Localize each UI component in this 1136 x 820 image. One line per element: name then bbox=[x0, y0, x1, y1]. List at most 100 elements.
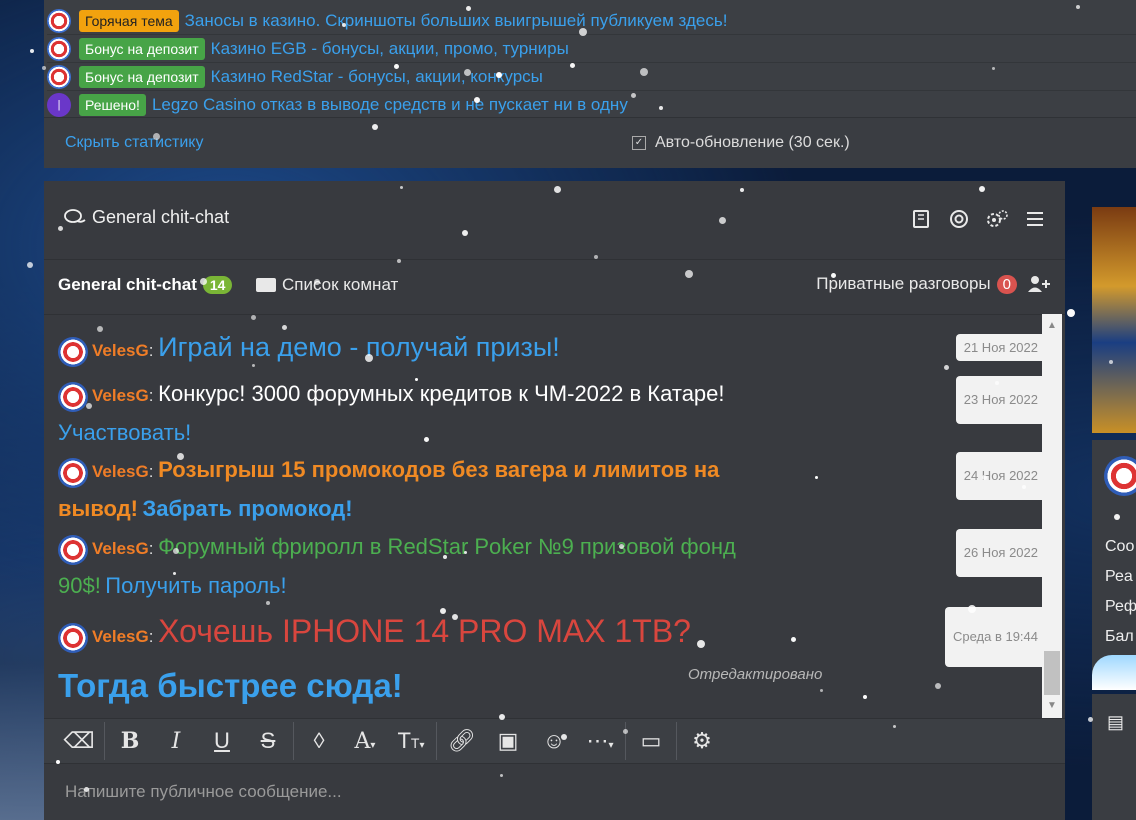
room-list-button[interactable]: Список комнат bbox=[256, 275, 398, 295]
emoji-icon[interactable]: ☺ bbox=[531, 728, 577, 754]
chat-message: VelesG: Розыгрыш 15 промокодов без вагер… bbox=[58, 452, 1042, 530]
user-avatar[interactable] bbox=[58, 457, 88, 488]
toolbar-divider bbox=[104, 722, 105, 760]
message-link[interactable]: Получить пароль! bbox=[105, 573, 286, 598]
username[interactable]: VelesG bbox=[92, 341, 149, 360]
user-plus-icon[interactable] bbox=[1027, 274, 1051, 294]
right-sidebar-card-2: ▤ bbox=[1092, 694, 1136, 820]
sidebar-item[interactable]: Бал bbox=[1105, 628, 1134, 646]
chat-message: VelesG: Играй на демо - получай призы! 2… bbox=[58, 332, 1042, 367]
color-drop-icon[interactable]: ◊ bbox=[296, 728, 342, 754]
thread-title-link[interactable]: Заносы в казино. Скриншоты больших выигр… bbox=[185, 11, 728, 31]
thread-title-link[interactable]: Казино EGB - бонусы, акции, промо, турни… bbox=[211, 39, 569, 59]
spoiler-money-icon[interactable]: ▭ bbox=[628, 728, 674, 754]
checkbox-icon[interactable]: ✓ bbox=[632, 136, 646, 150]
message-link[interactable]: Тогда быстрее сюда! bbox=[58, 667, 403, 704]
italic-icon[interactable]: I bbox=[153, 729, 199, 754]
chat-message: VelesG: Конкурс! 3000 форумных кредитов … bbox=[58, 376, 1042, 454]
strikethrough-icon[interactable]: S bbox=[245, 728, 291, 754]
message-scrollbar[interactable]: ▲ ▼ bbox=[1042, 314, 1062, 718]
rules-book-icon[interactable] bbox=[909, 209, 933, 233]
toolbar-divider bbox=[436, 722, 437, 760]
settings-gears-icon[interactable] bbox=[985, 209, 1009, 233]
current-room-tab[interactable]: General chit-chat 14 bbox=[58, 275, 233, 295]
link-icon[interactable]: 🔗︎ bbox=[439, 728, 485, 754]
auto-update-label: Авто-обновление (30 сек.) bbox=[655, 134, 850, 151]
scroll-up-arrow-icon[interactable]: ▲ bbox=[1047, 320, 1057, 331]
casino-logo-avatar bbox=[47, 64, 71, 89]
right-sidebar-card: Соо Реа Реф Бал bbox=[1092, 440, 1136, 690]
message-composer bbox=[44, 764, 1065, 820]
room-user-count-badge: 14 bbox=[202, 276, 233, 294]
editor-toolbar: ⌫ B I U S ◊ A▾ TT▾ 🔗︎ ▣ ☺ ⋯▾ ▭ ⚙ bbox=[44, 718, 1065, 764]
folder-open-icon bbox=[256, 278, 276, 292]
document-icon[interactable]: ▤ bbox=[1107, 712, 1124, 733]
message-text: Форумный фриролл в RedStar Poker №9 приз… bbox=[158, 534, 736, 559]
message-date: 24 Ноя 2022 bbox=[955, 452, 1042, 500]
user-avatar[interactable] bbox=[58, 622, 88, 653]
message-date: Среда в 19:44 bbox=[944, 607, 1042, 667]
thread-row[interactable]: Бонус на депозит Казино EGB - бонусы, ак… bbox=[47, 35, 1136, 63]
scroll-thumb[interactable] bbox=[1044, 651, 1060, 695]
message-text: Конкурс! 3000 форумных кредитов к ЧМ-202… bbox=[158, 381, 725, 406]
message-link[interactable]: Забрать промокод! bbox=[142, 496, 352, 521]
username[interactable]: VelesG bbox=[92, 462, 149, 481]
snowflake bbox=[30, 49, 34, 53]
background-trees-left bbox=[0, 560, 45, 820]
sidebar-item[interactable]: Реа bbox=[1105, 568, 1133, 586]
private-chats-button[interactable]: Приватные разговоры 0 bbox=[816, 274, 1051, 294]
user-avatar[interactable] bbox=[58, 534, 88, 565]
right-banner-image[interactable] bbox=[1092, 207, 1136, 433]
username[interactable]: VelesG bbox=[92, 627, 149, 646]
font-size-icon[interactable]: TT▾ bbox=[388, 728, 434, 754]
user-avatar[interactable] bbox=[58, 381, 88, 412]
private-count-badge: 0 bbox=[996, 274, 1017, 294]
thread-tag: Бонус на депозит bbox=[79, 37, 205, 60]
message-link[interactable]: Играй на демо - получай призы! bbox=[158, 332, 560, 362]
eraser-icon[interactable]: ⌫ bbox=[56, 728, 102, 754]
menu-icon[interactable] bbox=[1023, 209, 1047, 233]
gear-avatar bbox=[47, 8, 71, 33]
toolbar-divider bbox=[625, 722, 626, 760]
hide-stats-link[interactable]: Скрыть статистику bbox=[65, 134, 203, 152]
chat-title: General chit-chat bbox=[64, 207, 229, 228]
room-bar: General chit-chat 14 Список комнат Прива… bbox=[44, 260, 1065, 315]
message-text: вывод! bbox=[58, 496, 138, 521]
snowflake bbox=[27, 262, 33, 268]
message-list: VelesG: Играй на демо - получай призы! 2… bbox=[44, 314, 1042, 718]
username[interactable]: VelesG bbox=[92, 539, 149, 558]
chat-header: General chit-chat bbox=[44, 181, 1065, 260]
sidebar-item[interactable]: Соо bbox=[1105, 538, 1134, 556]
thread-row[interactable]: Горячая тема Заносы в казино. Скриншоты … bbox=[47, 7, 1136, 35]
image-icon[interactable]: ▣ bbox=[485, 728, 531, 754]
thread-row[interactable]: Бонус на депозит Казино RedStar - бонусы… bbox=[47, 63, 1136, 91]
settings-icon[interactable]: ⚙ bbox=[679, 728, 725, 754]
snowflake bbox=[1067, 309, 1075, 317]
message-text: 90$! bbox=[58, 573, 101, 598]
public-message-input[interactable] bbox=[44, 764, 1065, 820]
message-link[interactable]: Участвовать! bbox=[58, 420, 191, 445]
thread-row[interactable]: | Решено! Legzo Casino отказ в выводе ср… bbox=[47, 91, 1136, 118]
stats-footer: Скрыть статистику ✓ Авто-обновление (30 … bbox=[44, 117, 1136, 168]
font-family-icon[interactable]: A▾ bbox=[342, 729, 388, 754]
private-chats-label: Приватные разговоры bbox=[816, 274, 991, 293]
scroll-down-arrow-icon[interactable]: ▼ bbox=[1047, 700, 1057, 711]
username[interactable]: VelesG bbox=[92, 386, 149, 405]
edited-note: Отредактировано bbox=[688, 666, 823, 683]
casino-logo-avatar bbox=[47, 36, 71, 61]
thread-title-link[interactable]: Legzo Casino отказ в выводе средств и не… bbox=[152, 95, 628, 115]
sidebar-item[interactable]: Реф bbox=[1105, 598, 1136, 616]
thread-tag: Горячая тема bbox=[79, 9, 179, 32]
thread-tag: Бонус на депозит bbox=[79, 65, 205, 88]
more-icon[interactable]: ⋯▾ bbox=[577, 728, 623, 754]
chat-bubbles-icon bbox=[64, 208, 86, 223]
auto-update-toggle[interactable]: ✓ Авто-обновление (30 сек.) bbox=[632, 134, 850, 152]
thread-title-link[interactable]: Казино RedStar - бонусы, акции, конкурсы bbox=[211, 67, 543, 87]
user-avatar[interactable] bbox=[58, 336, 88, 367]
chat-title-text: General chit-chat bbox=[92, 207, 230, 227]
underline-icon[interactable]: U bbox=[199, 728, 245, 754]
bold-icon[interactable]: B bbox=[107, 728, 153, 754]
help-lifebuoy-icon[interactable] bbox=[947, 209, 971, 233]
toolbar-divider bbox=[676, 722, 677, 760]
message-date: 23 Ноя 2022 bbox=[955, 376, 1042, 424]
